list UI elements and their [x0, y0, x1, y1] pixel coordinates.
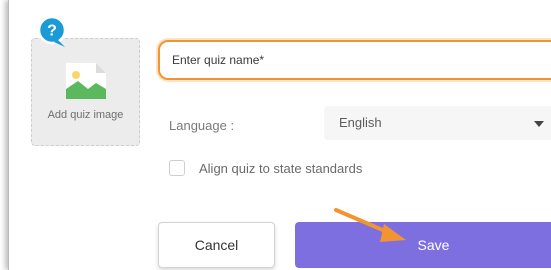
language-label: Language : — [169, 118, 235, 133]
add-quiz-image-label: Add quiz image — [47, 109, 124, 121]
create-quiz-dialog: Add quiz image ? Language : English Alig… — [8, 0, 551, 270]
standards-checkbox[interactable] — [169, 160, 185, 176]
language-selected-value: English — [339, 115, 382, 130]
quiz-name-input[interactable] — [158, 40, 551, 80]
svg-text:?: ? — [47, 23, 57, 40]
chevron-down-icon — [534, 121, 544, 127]
question-mark-icon[interactable]: ? — [37, 15, 69, 51]
cancel-button[interactable]: Cancel — [158, 222, 275, 268]
image-placeholder-icon — [66, 63, 106, 99]
language-select[interactable]: English — [324, 106, 551, 140]
standards-checkbox-label: Align quiz to state standards — [199, 161, 363, 176]
pointer-arrow-icon — [334, 208, 406, 242]
add-quiz-image-button[interactable]: Add quiz image — [31, 38, 140, 146]
